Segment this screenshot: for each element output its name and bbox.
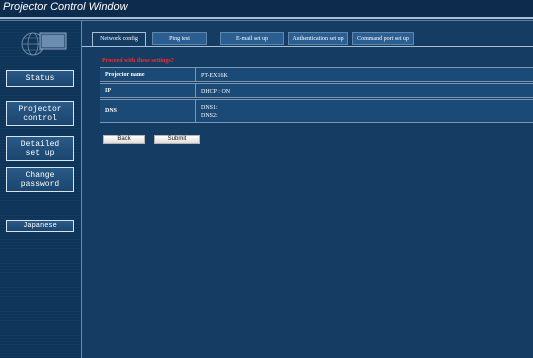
row-divider <box>195 100 196 122</box>
tab-command-port-set-up[interactable]: Command port set up <box>352 32 414 45</box>
back-button[interactable]: Back <box>103 135 145 144</box>
submit-button[interactable]: Submit <box>154 135 200 144</box>
confirm-prompt: Proceed with these settings? <box>102 58 174 64</box>
row-label: DNS <box>105 108 118 114</box>
change-password-button[interactable]: Change password <box>6 167 74 192</box>
row-value: DHCP : ON <box>201 89 231 95</box>
window-title: Projector Control Window <box>3 1 128 13</box>
globe-monitor-icon <box>21 32 67 56</box>
tab-authentication-set-up[interactable]: Authentication set up <box>288 32 348 45</box>
tab-network-config[interactable]: Network config <box>92 32 146 47</box>
main-panel: Network config Ping test E-mail set up A… <box>82 21 533 358</box>
sidebar: Status Projector control Detailed set up… <box>0 21 82 358</box>
tab-ping-test[interactable]: Ping test <box>152 32 207 45</box>
title-bar: Projector Control Window <box>0 0 533 21</box>
title-rule <box>0 17 533 19</box>
projector-control-button[interactable]: Projector control <box>6 101 74 126</box>
row-value: DNS1: DNS2: <box>201 105 218 119</box>
row-divider <box>195 68 196 81</box>
tab-bar: Network config Ping test E-mail set up A… <box>82 32 533 47</box>
settings-row-ip: IP DHCP : ON <box>100 83 533 98</box>
row-value: PT-EX16K <box>201 73 228 79</box>
language-button[interactable]: Japanese <box>6 220 74 232</box>
tab-email-set-up[interactable]: E-mail set up <box>220 32 284 45</box>
detailed-set-up-button[interactable]: Detailed set up <box>6 136 74 161</box>
row-label: Projector name <box>105 72 145 78</box>
row-label: IP <box>105 88 111 94</box>
tab-underline <box>82 46 533 47</box>
row-divider <box>195 84 196 97</box>
settings-row-projector-name: Projector name PT-EX16K <box>100 67 533 82</box>
status-button[interactable]: Status <box>6 70 74 87</box>
settings-row-dns: DNS DNS1: DNS2: <box>100 99 533 123</box>
